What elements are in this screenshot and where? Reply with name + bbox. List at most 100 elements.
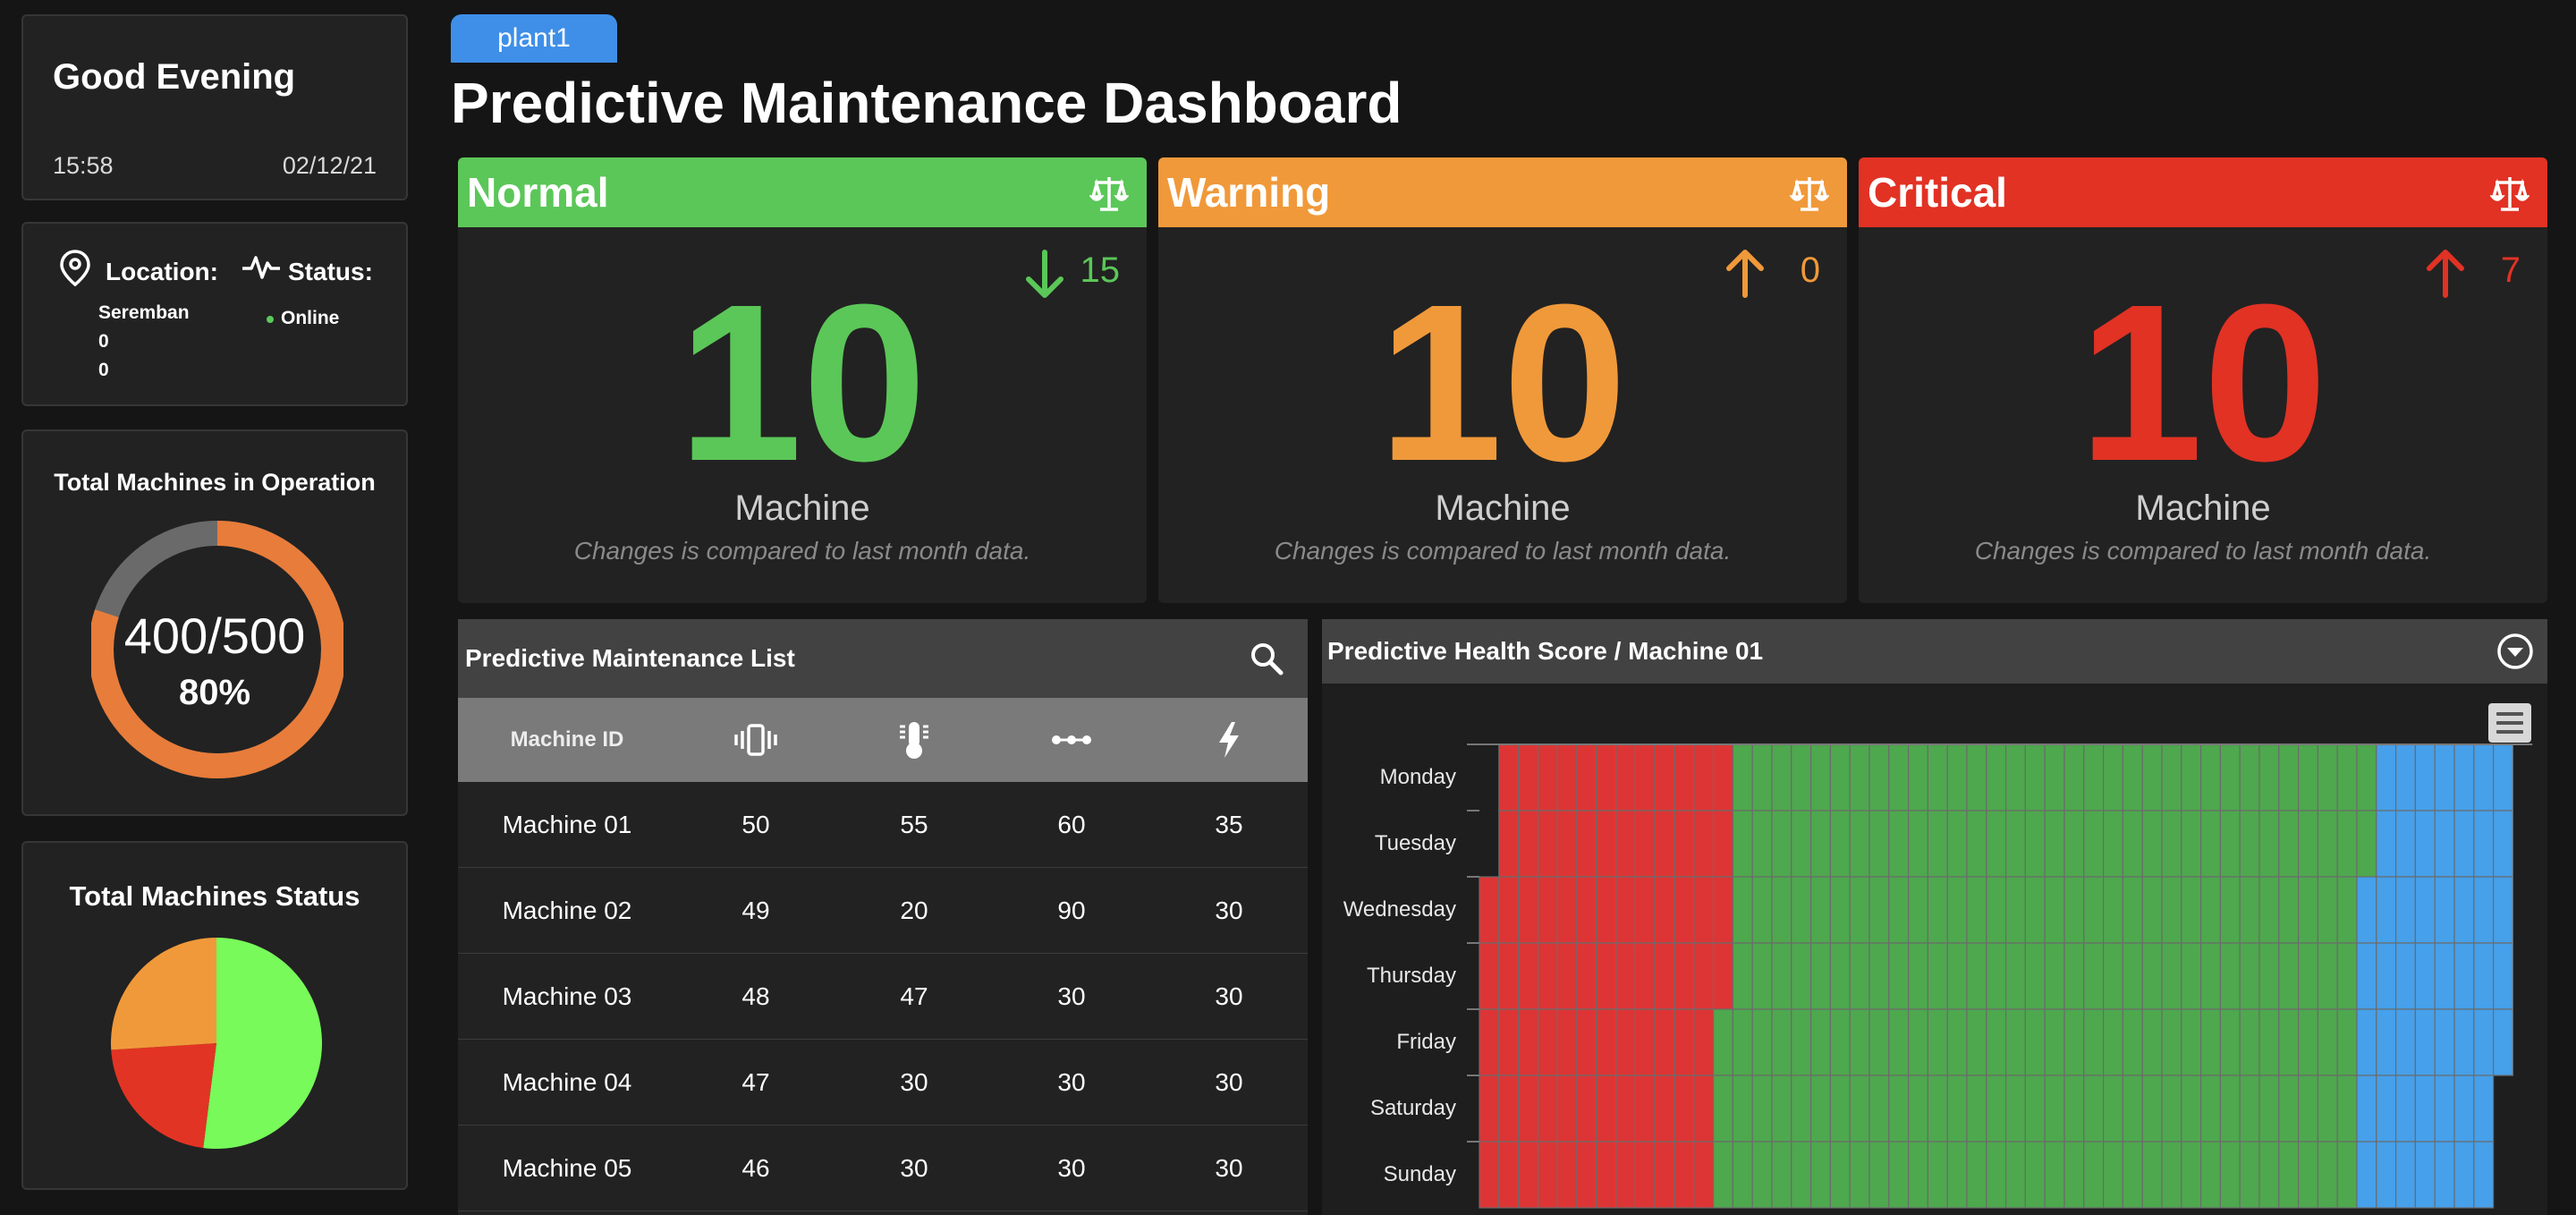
heatmap-cell bbox=[1654, 876, 1675, 944]
heatmap-cell bbox=[2141, 1075, 2163, 1143]
heatmap-cell bbox=[1791, 743, 1812, 811]
table-row[interactable]: Machine 01 50 55 60 35 bbox=[458, 782, 1308, 868]
heatmap-cell bbox=[2356, 1008, 2377, 1076]
heatmap-cell bbox=[2278, 942, 2300, 1010]
heatmap-cell bbox=[1693, 1141, 1715, 1209]
heatmap-cell bbox=[1966, 1008, 1987, 1076]
heatmap-cell bbox=[2199, 810, 2221, 878]
machine-id-cell: Machine 01 bbox=[502, 810, 632, 838]
kpi-header: Normal bbox=[458, 157, 1147, 227]
heatmap-cell bbox=[1713, 876, 1734, 944]
heatmap-cell bbox=[1829, 1141, 1851, 1209]
heatmap-cell bbox=[2297, 743, 2318, 811]
heatmap-cell bbox=[2258, 1075, 2280, 1143]
heatmap-cell bbox=[1654, 810, 1675, 878]
heatmap-cell bbox=[1518, 1075, 1539, 1143]
tab-plant1[interactable]: plant1 bbox=[451, 14, 617, 63]
heatmap-cell bbox=[2492, 876, 2513, 944]
heatmap-cell bbox=[1986, 876, 2007, 944]
heatmap-cell bbox=[1868, 876, 1890, 944]
table-row[interactable]: Machine 03 48 47 30 30 bbox=[458, 954, 1308, 1040]
heatmap-cell bbox=[2063, 743, 2085, 811]
heatmap-cell bbox=[2376, 810, 2397, 878]
column-temperature[interactable] bbox=[835, 719, 993, 760]
heatmap-cell bbox=[1966, 810, 1987, 878]
heatmap-cell bbox=[2336, 942, 2358, 1010]
heatmap-cell bbox=[2414, 1075, 2436, 1143]
heatmap-cell bbox=[1576, 1008, 1597, 1076]
heatmap-cell bbox=[2063, 876, 2085, 944]
day-label: Tuesday bbox=[1374, 831, 1456, 855]
table-row[interactable]: Machine 04 47 30 30 30 bbox=[458, 1040, 1308, 1126]
heatmap-cell bbox=[2063, 942, 2085, 1010]
heatmap-cell bbox=[1556, 942, 1578, 1010]
column-vibration[interactable] bbox=[676, 722, 835, 758]
search-icon[interactable] bbox=[1249, 641, 1284, 676]
heatmap-cell bbox=[2356, 942, 2377, 1010]
heatmap-cell bbox=[2434, 810, 2455, 878]
heatmap-cell bbox=[2239, 1075, 2260, 1143]
pie-slice-normal bbox=[203, 938, 322, 1149]
heatmap-cell bbox=[1829, 876, 1851, 944]
heatmap-cell bbox=[1498, 1141, 1520, 1209]
heatmap-cell bbox=[2102, 743, 2123, 811]
heatmap-cell bbox=[1751, 1008, 1773, 1076]
heatmap-cell bbox=[1498, 942, 1520, 1010]
heatmap-cell bbox=[1946, 810, 1968, 878]
location-longitude: 0 bbox=[98, 360, 109, 380]
heatmap-cell bbox=[1518, 1008, 1539, 1076]
heatmap-cell bbox=[1771, 876, 1792, 944]
heatmap-cell bbox=[2044, 1008, 2065, 1076]
table-cell: 30 bbox=[1215, 981, 1243, 1010]
heatmap-cell bbox=[1888, 876, 1910, 944]
heatmap-cell bbox=[1615, 1075, 1637, 1143]
heatmap-cell bbox=[1479, 876, 1500, 944]
heatmap-cell bbox=[1615, 942, 1637, 1010]
column-machine-id[interactable]: Machine ID bbox=[458, 727, 676, 752]
kpi-value: 10 bbox=[677, 258, 928, 507]
heatmap-cell bbox=[1809, 942, 1831, 1010]
heatmap-cell bbox=[1986, 1008, 2007, 1076]
kpi-note: Changes is compared to last month data. bbox=[1974, 537, 2432, 565]
heatmap-cell bbox=[1907, 743, 1928, 811]
heatmap-cell bbox=[2083, 942, 2105, 1010]
heatmap-cell bbox=[2317, 1075, 2338, 1143]
status-dot bbox=[267, 316, 274, 323]
pie-slice-warning bbox=[111, 938, 216, 1050]
heatmap-cell bbox=[2414, 743, 2436, 811]
heatmap-cell bbox=[2239, 1008, 2260, 1076]
heatmap-cell bbox=[2239, 810, 2260, 878]
heatmap-cell bbox=[1518, 876, 1539, 944]
heatmap-cell bbox=[1986, 1075, 2007, 1143]
heatmap-cell bbox=[2161, 810, 2182, 878]
heatmap-cell bbox=[1868, 1075, 1890, 1143]
table-row[interactable]: Machine 05 46 30 30 30 bbox=[458, 1126, 1308, 1211]
heatmap-cell bbox=[2453, 942, 2475, 1010]
heatmap-cell bbox=[2122, 743, 2143, 811]
heatmap-cell bbox=[1771, 1075, 1792, 1143]
column-power[interactable] bbox=[1150, 720, 1308, 760]
heatmap-cell bbox=[1537, 1141, 1558, 1209]
machine-id-cell: Machine 04 bbox=[502, 1067, 632, 1096]
balance-scale-icon bbox=[1089, 174, 1130, 213]
heatmap-cell bbox=[2278, 1008, 2300, 1076]
heatmap-cell bbox=[1713, 942, 1734, 1010]
heatmap-cell bbox=[2122, 942, 2143, 1010]
heatmap-cell bbox=[1849, 942, 1870, 1010]
current-date: 02/12/21 bbox=[282, 152, 377, 179]
heatmap-cell bbox=[2181, 743, 2202, 811]
heatmap-cell bbox=[1674, 1141, 1695, 1209]
heatmap-cell bbox=[1946, 1075, 1968, 1143]
column-pressure[interactable] bbox=[993, 731, 1150, 749]
heatmap-cell bbox=[1732, 810, 1753, 878]
heatmap-cell bbox=[2024, 1008, 2046, 1076]
heatmap-cell bbox=[1849, 876, 1870, 944]
heatmap-cell bbox=[2414, 876, 2436, 944]
heatmap-cell bbox=[1615, 876, 1637, 944]
table-cell: 35 bbox=[1215, 810, 1243, 838]
heatmap-cell bbox=[2434, 1141, 2455, 1209]
table-row[interactable]: Machine 02 49 20 90 30 bbox=[458, 868, 1308, 954]
heatmap-cell bbox=[1498, 876, 1520, 944]
heatmap-cell bbox=[2317, 876, 2338, 944]
day-label: Sunday bbox=[1383, 1162, 1456, 1186]
